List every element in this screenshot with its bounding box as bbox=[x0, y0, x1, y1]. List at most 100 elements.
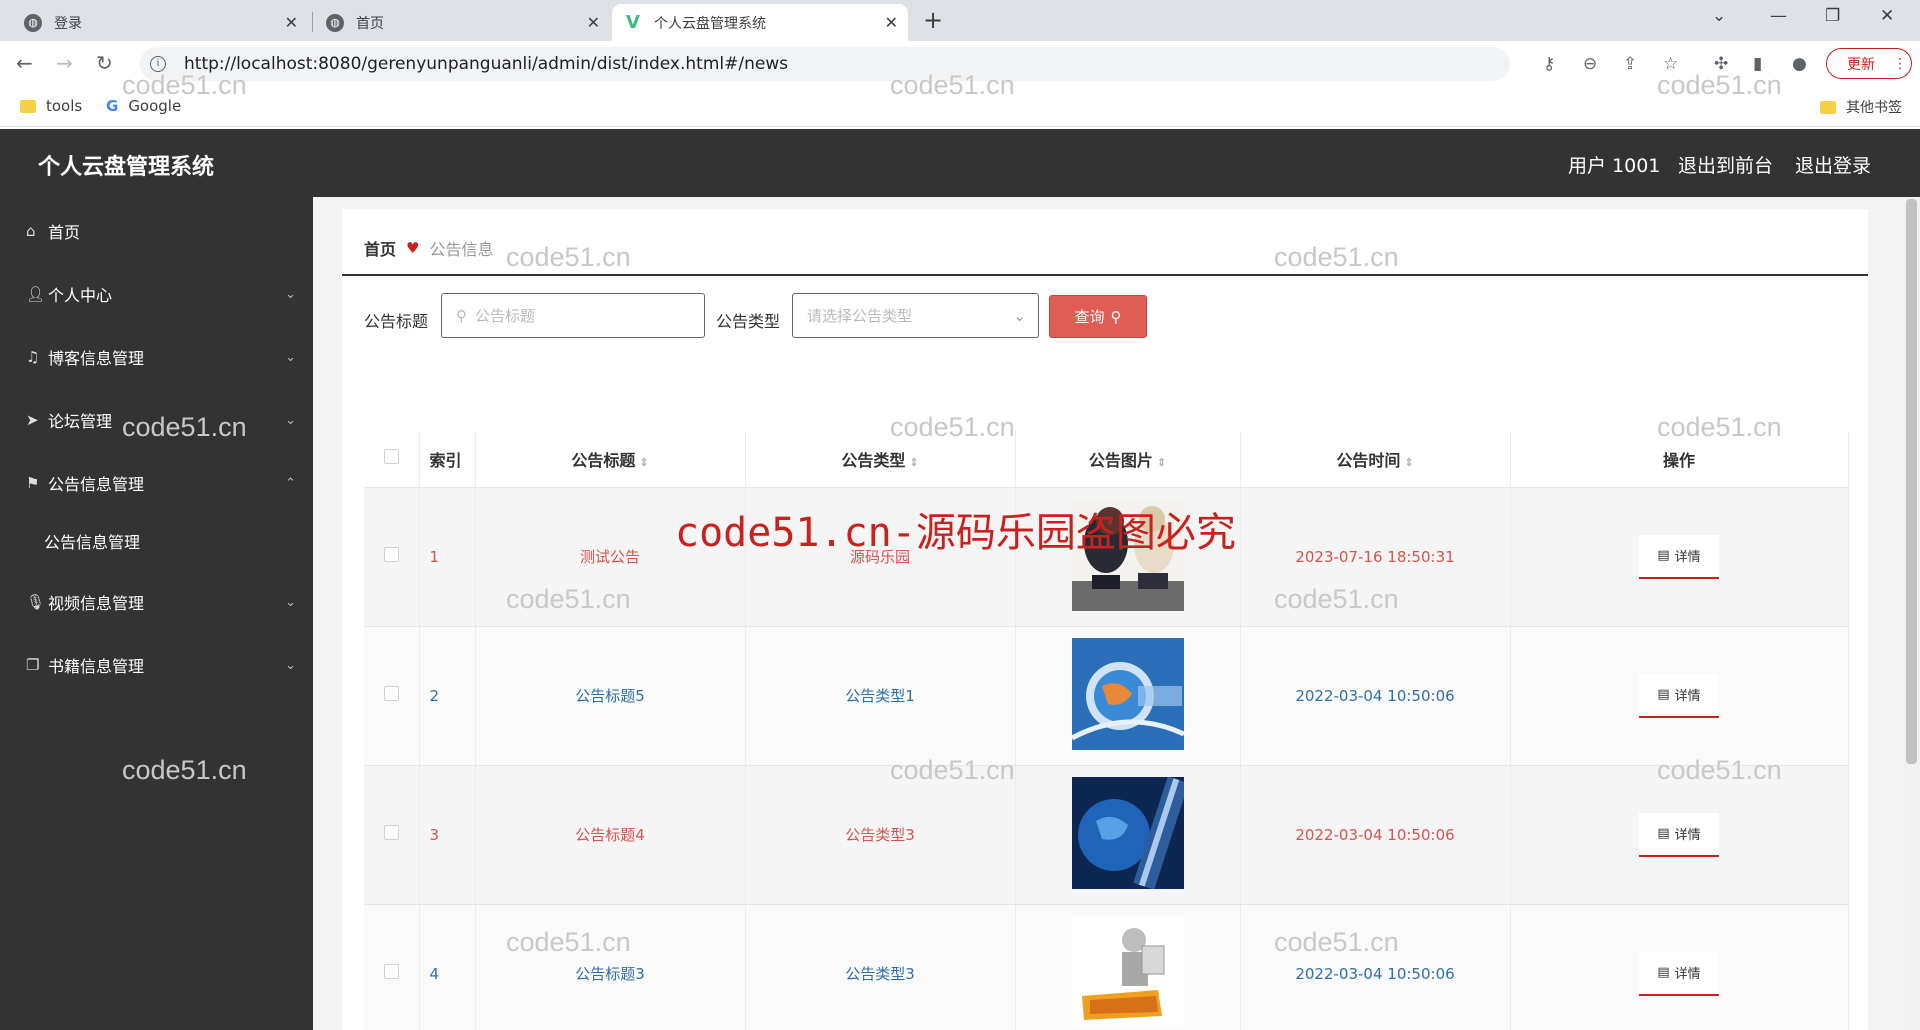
update-button[interactable]: 更新 ⋮ bbox=[1826, 48, 1912, 79]
bookmark-other[interactable]: 其他书签 bbox=[1820, 97, 1902, 117]
mic-icon: 🎙︎ bbox=[26, 593, 46, 611]
address-bar: ← → ↻ http://localhost:8080/gerenyunpang… bbox=[0, 41, 1920, 85]
document-icon: ▤ bbox=[1657, 548, 1670, 563]
tab-home[interactable]: ◍ 首页 ✕ bbox=[314, 4, 610, 41]
row-image-cell bbox=[1015, 487, 1241, 627]
sidebar-subitem-notice[interactable]: 公告信息管理 bbox=[44, 529, 314, 553]
column-header: 操作 bbox=[1510, 431, 1849, 488]
breadcrumb-home[interactable]: 首页 bbox=[364, 236, 396, 260]
document-icon: ▤ bbox=[1657, 687, 1670, 702]
detail-button[interactable]: ▤ 详情 bbox=[1639, 951, 1719, 996]
notice-image-globe-news bbox=[1070, 637, 1185, 750]
restore-icon[interactable]: ❐ bbox=[1825, 6, 1840, 26]
sort-icon[interactable]: ⇕ bbox=[639, 456, 648, 469]
chevron-down-icon: ⌄ bbox=[285, 286, 296, 302]
sidebar-item-forum[interactable]: ➤ 论坛管理 ⌄ bbox=[26, 408, 296, 432]
chevron-down-icon: ⌄ bbox=[285, 412, 296, 428]
column-header[interactable]: 公告标题 ⇕ bbox=[475, 431, 746, 488]
column-header[interactable]: 公告时间 ⇕ bbox=[1240, 431, 1511, 488]
chevron-down-icon: ⌄ bbox=[285, 594, 296, 610]
row-checkbox-cell[interactable] bbox=[364, 904, 420, 1030]
row-type: 公告类型3 bbox=[745, 765, 1016, 905]
sort-icon[interactable]: ⇕ bbox=[909, 456, 918, 469]
profile-icon[interactable]: ● bbox=[1792, 54, 1807, 74]
share-icon[interactable]: ⇪ bbox=[1623, 54, 1637, 74]
title-search-input[interactable]: ⚲ 公告标题 bbox=[441, 293, 705, 338]
sidebar-item-books[interactable]: ❐ 书籍信息管理 ⌄ bbox=[26, 653, 296, 677]
row-checkbox[interactable] bbox=[383, 547, 399, 562]
sidepanel-icon[interactable]: ▮ bbox=[1753, 54, 1762, 74]
row-checkbox-cell[interactable] bbox=[364, 487, 420, 627]
user-label: 用户 1001 bbox=[1568, 155, 1661, 177]
close-icon[interactable]: ✕ bbox=[285, 13, 298, 32]
url-input[interactable]: http://localhost:8080/gerenyunpanguanli/… bbox=[140, 47, 1510, 81]
column-header: 索引 bbox=[419, 431, 476, 488]
reload-icon[interactable]: ↻ bbox=[96, 51, 113, 75]
detail-button[interactable]: ▤ 详情 bbox=[1639, 534, 1719, 579]
back-icon[interactable]: ← bbox=[16, 51, 33, 75]
chevron-down-icon: ⌄ bbox=[285, 349, 296, 365]
scrollbar-thumb[interactable] bbox=[1906, 199, 1917, 764]
row-checkbox-cell[interactable] bbox=[364, 765, 420, 905]
sidebar-item-blog[interactable]: ♫ 博客信息管理 ⌄ bbox=[26, 345, 296, 369]
bookmark-tools[interactable]: tools bbox=[20, 97, 82, 115]
row-checkbox[interactable] bbox=[383, 964, 399, 979]
tab-active[interactable]: V 个人云盘管理系统 ✕ bbox=[612, 4, 908, 41]
info-icon[interactable]: i bbox=[150, 56, 166, 72]
google-icon: G bbox=[106, 97, 119, 115]
heart-icon: ♥ bbox=[406, 239, 420, 257]
app-title: 个人云盘管理系统 bbox=[38, 155, 215, 180]
column-header[interactable]: 公告图片 ⇕ bbox=[1015, 431, 1241, 488]
breadcrumb-current: 公告信息 bbox=[429, 240, 494, 259]
sidebar-item-notice[interactable]: ⚑ 公告信息管理 ⌃ bbox=[26, 471, 296, 495]
type-select[interactable]: 请选择公告类型 ⌄ bbox=[792, 293, 1039, 338]
search-icon: ⚲ bbox=[1110, 307, 1122, 326]
home-icon: ⌂ bbox=[26, 222, 36, 240]
row-checkbox-cell[interactable] bbox=[364, 626, 420, 766]
sidebar-item-personal[interactable]: 👤︎ 个人中心 ⌄ bbox=[26, 282, 296, 306]
row-image-cell bbox=[1015, 904, 1241, 1030]
close-icon[interactable]: ✕ bbox=[587, 13, 600, 32]
extensions-icon[interactable]: ✣ bbox=[1714, 54, 1728, 74]
select-all-cell[interactable] bbox=[364, 431, 420, 488]
scrollbar[interactable] bbox=[1903, 197, 1920, 1030]
row-checkbox[interactable] bbox=[383, 825, 399, 840]
row-time: 2022-03-04 10:50:06 bbox=[1240, 904, 1511, 1030]
sort-icon[interactable]: ⇕ bbox=[1157, 456, 1166, 469]
logout-link[interactable]: 退出登录 bbox=[1795, 151, 1871, 178]
minimize-icon[interactable]: — bbox=[1770, 6, 1787, 26]
detail-button[interactable]: ▤ 详情 bbox=[1639, 673, 1719, 718]
new-tab-icon[interactable]: + bbox=[923, 6, 943, 34]
sidebar-item-video[interactable]: 🎙︎ 视频信息管理 ⌄ bbox=[26, 590, 296, 614]
sidebar-item-home[interactable]: ⌂ 首页 bbox=[26, 219, 296, 243]
zoom-icon[interactable]: ⊖ bbox=[1583, 54, 1597, 74]
row-type: 公告类型1 bbox=[745, 626, 1016, 766]
select-all-checkbox[interactable] bbox=[383, 449, 399, 465]
title-filter-label: 公告标题 bbox=[364, 312, 429, 331]
star-icon[interactable]: ☆ bbox=[1663, 54, 1678, 74]
query-button[interactable]: 查询 ⚲ bbox=[1049, 295, 1147, 338]
table-row: 3 公告标题4 公告类型3 2022-03-04 10:50:06 ▤ 详情 bbox=[364, 765, 1849, 905]
exit-front-link[interactable]: 退出到前台 bbox=[1678, 151, 1773, 178]
close-window-icon[interactable]: ✕ bbox=[1880, 6, 1894, 26]
key-icon[interactable]: ⚷ bbox=[1543, 54, 1555, 74]
tab-title: 个人云盘管理系统 bbox=[654, 15, 766, 32]
bookmark-google[interactable]: G Google bbox=[106, 97, 181, 115]
main-content: 首页 ♥ 公告信息 公告标题 ⚲ 公告标题 公告类型 请选择公告类型 ⌄ 查询 … bbox=[313, 197, 1903, 1030]
notice-image-news-figure bbox=[1071, 915, 1184, 1028]
notice-table: 索引 公告标题 ⇕ 公告类型 ⇕ 公告图片 ⇕ 公告时间 ⇕ 操作 1 测试公告 源码乐… bbox=[364, 431, 1849, 1030]
bookmarks-bar: tools G Google 其他书签 bbox=[0, 85, 1920, 127]
copy-icon: ❐ bbox=[26, 656, 40, 674]
close-icon[interactable]: ✕ bbox=[885, 13, 898, 32]
chevron-down-icon[interactable]: ⌄ bbox=[1712, 6, 1726, 26]
folder-icon bbox=[20, 99, 36, 113]
row-checkbox[interactable] bbox=[383, 686, 399, 701]
detail-button[interactable]: ▤ 详情 bbox=[1639, 812, 1719, 857]
chevron-down-icon: ⌄ bbox=[285, 657, 296, 673]
app-header: 个人云盘管理系统 用户 1001 退出到前台 退出登录 bbox=[0, 129, 1920, 197]
tab-login[interactable]: ◍ 登录 ✕ bbox=[12, 4, 308, 41]
forward-icon[interactable]: → bbox=[56, 51, 73, 75]
column-header[interactable]: 公告类型 ⇕ bbox=[745, 431, 1016, 488]
globe-icon: ◍ bbox=[326, 13, 344, 32]
sort-icon[interactable]: ⇕ bbox=[1404, 456, 1413, 469]
